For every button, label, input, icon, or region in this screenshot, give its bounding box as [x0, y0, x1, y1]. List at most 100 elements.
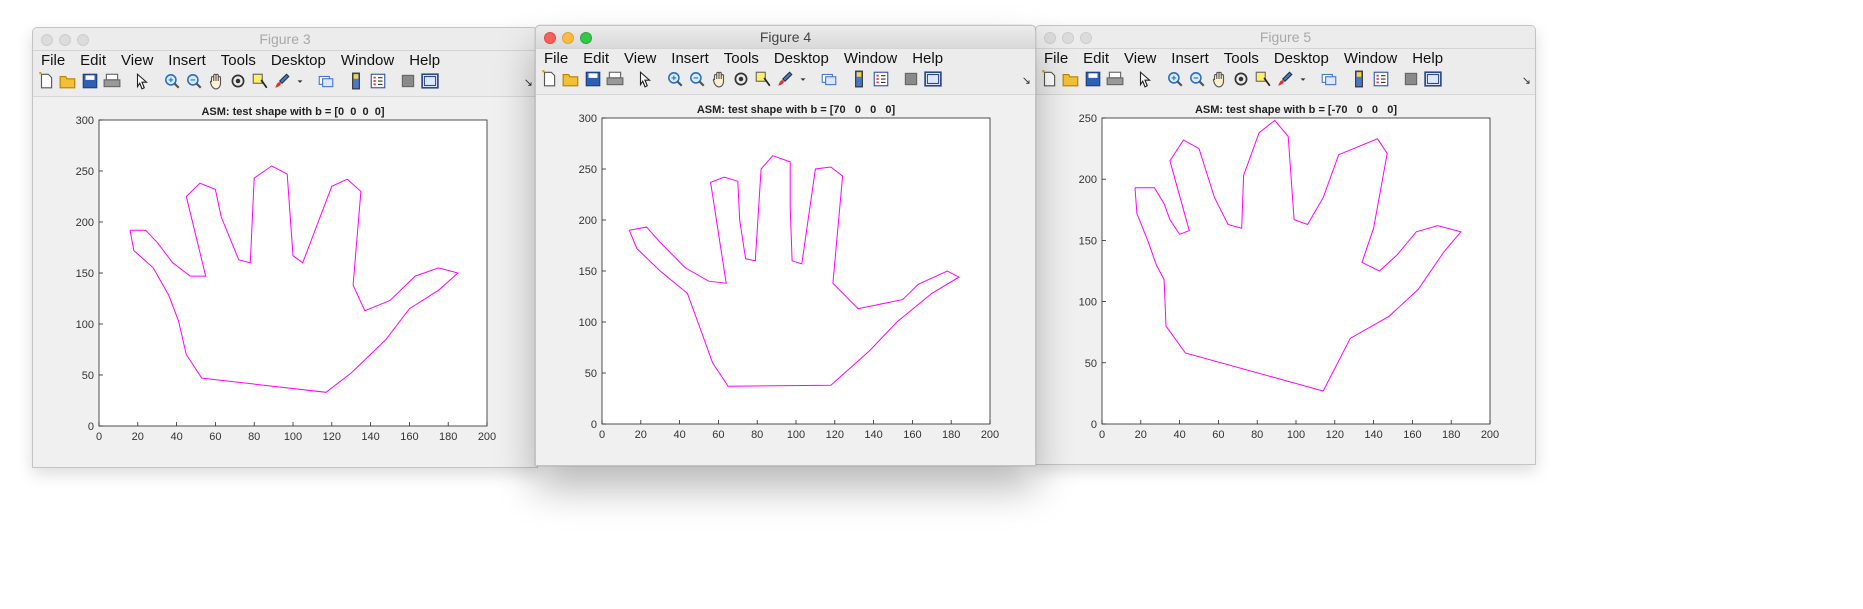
- menu-tools[interactable]: Tools: [724, 48, 759, 70]
- pan-hand-icon[interactable]: [207, 72, 225, 90]
- menu-view[interactable]: View: [624, 48, 656, 70]
- x-tick-label: 20: [132, 431, 144, 443]
- data-cursor-icon[interactable]: [1254, 70, 1272, 88]
- maximize-window-button[interactable]: [1080, 32, 1092, 44]
- zoom-in-icon[interactable]: [1166, 70, 1184, 88]
- zoom-out-icon[interactable]: [185, 72, 203, 90]
- legend-icon[interactable]: [369, 72, 387, 90]
- link-plot-icon[interactable]: [820, 70, 838, 88]
- brush-icon[interactable]: [273, 72, 291, 90]
- menu-edit[interactable]: Edit: [1083, 48, 1109, 70]
- menu-help[interactable]: Help: [912, 48, 943, 70]
- legend-icon[interactable]: [1372, 70, 1390, 88]
- save-icon[interactable]: [1084, 70, 1102, 88]
- menu-window[interactable]: Window: [844, 48, 897, 70]
- new-figure-icon[interactable]: [1040, 70, 1058, 88]
- window-titlebar[interactable]: Figure 5: [1036, 26, 1535, 49]
- menu-help[interactable]: Help: [409, 50, 440, 72]
- print-icon[interactable]: [103, 72, 121, 90]
- rotate-3d-icon[interactable]: [1232, 70, 1250, 88]
- figure-5-window[interactable]: Figure 5 File Edit View Insert Tools Desktop Wi…: [1035, 25, 1536, 465]
- menu-tools[interactable]: Tools: [221, 50, 256, 72]
- figure-3-window[interactable]: Figure 3 File Edit View Insert Tools Desktop Wi…: [32, 27, 538, 468]
- hide-plot-tools-icon[interactable]: [399, 72, 417, 90]
- data-cursor-icon[interactable]: [754, 70, 772, 88]
- dock-arrow-icon[interactable]: ↘: [1522, 74, 1531, 87]
- print-icon[interactable]: [606, 70, 624, 88]
- menu-window[interactable]: Window: [1344, 48, 1397, 70]
- y-tick-label: 50: [1085, 358, 1097, 370]
- data-cursor-icon[interactable]: [251, 72, 269, 90]
- menu-file[interactable]: File: [544, 48, 568, 70]
- dock-arrow-icon[interactable]: ↘: [524, 76, 533, 89]
- menu-insert[interactable]: Insert: [168, 50, 206, 72]
- open-file-icon[interactable]: [1062, 70, 1080, 88]
- show-plot-tools-icon[interactable]: [421, 72, 439, 90]
- menu-edit[interactable]: Edit: [583, 48, 609, 70]
- brush-icon[interactable]: [776, 70, 794, 88]
- edit-plot-arrow-icon[interactable]: [1136, 70, 1154, 88]
- pan-hand-icon[interactable]: [1210, 70, 1228, 88]
- zoom-in-icon[interactable]: [163, 72, 181, 90]
- legend-icon[interactable]: [872, 70, 890, 88]
- show-plot-tools-icon[interactable]: [924, 70, 942, 88]
- hide-plot-tools-icon[interactable]: [902, 70, 920, 88]
- save-icon[interactable]: [81, 72, 99, 90]
- close-window-button[interactable]: [1044, 32, 1056, 44]
- maximize-window-button[interactable]: [77, 34, 89, 46]
- new-figure-icon[interactable]: [540, 70, 558, 88]
- brush-icon[interactable]: [1276, 70, 1294, 88]
- link-plot-icon[interactable]: [317, 72, 335, 90]
- new-figure-icon[interactable]: [37, 72, 55, 90]
- window-titlebar[interactable]: Figure 4: [536, 26, 1035, 49]
- menu-tools[interactable]: Tools: [1224, 48, 1259, 70]
- rotate-3d-icon[interactable]: [229, 72, 247, 90]
- show-plot-tools-icon[interactable]: [1424, 70, 1442, 88]
- edit-plot-arrow-icon[interactable]: [636, 70, 654, 88]
- rotate-3d-icon[interactable]: [732, 70, 750, 88]
- menu-desktop[interactable]: Desktop: [1274, 48, 1329, 70]
- print-icon[interactable]: [1106, 70, 1124, 88]
- zoom-in-icon[interactable]: [666, 70, 684, 88]
- minimize-window-button[interactable]: [562, 32, 574, 44]
- menu-desktop[interactable]: Desktop: [774, 48, 829, 70]
- menu-view[interactable]: View: [121, 50, 153, 72]
- open-file-icon[interactable]: [562, 70, 580, 88]
- pan-hand-icon[interactable]: [710, 70, 728, 88]
- figure-toolbar: ↘: [536, 70, 1035, 95]
- link-plot-icon[interactable]: [1320, 70, 1338, 88]
- brush-dropdown-icon[interactable]: [295, 72, 305, 90]
- minimize-window-button[interactable]: [1062, 32, 1074, 44]
- colorbar-icon[interactable]: [1350, 70, 1368, 88]
- edit-plot-arrow-icon[interactable]: [133, 72, 151, 90]
- menu-desktop[interactable]: Desktop: [271, 50, 326, 72]
- menu-file[interactable]: File: [1044, 48, 1068, 70]
- maximize-window-button[interactable]: [580, 32, 592, 44]
- menu-file[interactable]: File: [41, 50, 65, 72]
- minimize-window-button[interactable]: [59, 34, 71, 46]
- hide-plot-tools-icon[interactable]: [1402, 70, 1420, 88]
- menu-help[interactable]: Help: [1412, 48, 1443, 70]
- menu-insert[interactable]: Insert: [1171, 48, 1209, 70]
- save-icon[interactable]: [584, 70, 602, 88]
- menu-insert[interactable]: Insert: [671, 48, 709, 70]
- window-titlebar[interactable]: Figure 3: [33, 28, 537, 51]
- close-window-button[interactable]: [41, 34, 53, 46]
- zoom-out-icon[interactable]: [688, 70, 706, 88]
- menu-window[interactable]: Window: [341, 50, 394, 72]
- y-tick-label: 150: [76, 268, 94, 280]
- menu-view[interactable]: View: [1124, 48, 1156, 70]
- zoom-out-icon[interactable]: [1188, 70, 1206, 88]
- brush-dropdown-icon[interactable]: [798, 70, 808, 88]
- open-file-icon[interactable]: [59, 72, 77, 90]
- colorbar-icon[interactable]: [347, 72, 365, 90]
- figure-4-window[interactable]: Figure 4 File Edit View Insert Tools Desktop Wi…: [535, 25, 1036, 466]
- colorbar-icon[interactable]: [850, 70, 868, 88]
- close-window-button[interactable]: [544, 32, 556, 44]
- menu-edit[interactable]: Edit: [80, 50, 106, 72]
- x-tick-label: 160: [903, 429, 921, 441]
- brush-dropdown-icon[interactable]: [1298, 70, 1308, 88]
- x-tick-label: 0: [96, 431, 102, 443]
- figure-toolbar: ↘: [1036, 70, 1535, 95]
- dock-arrow-icon[interactable]: ↘: [1022, 74, 1031, 87]
